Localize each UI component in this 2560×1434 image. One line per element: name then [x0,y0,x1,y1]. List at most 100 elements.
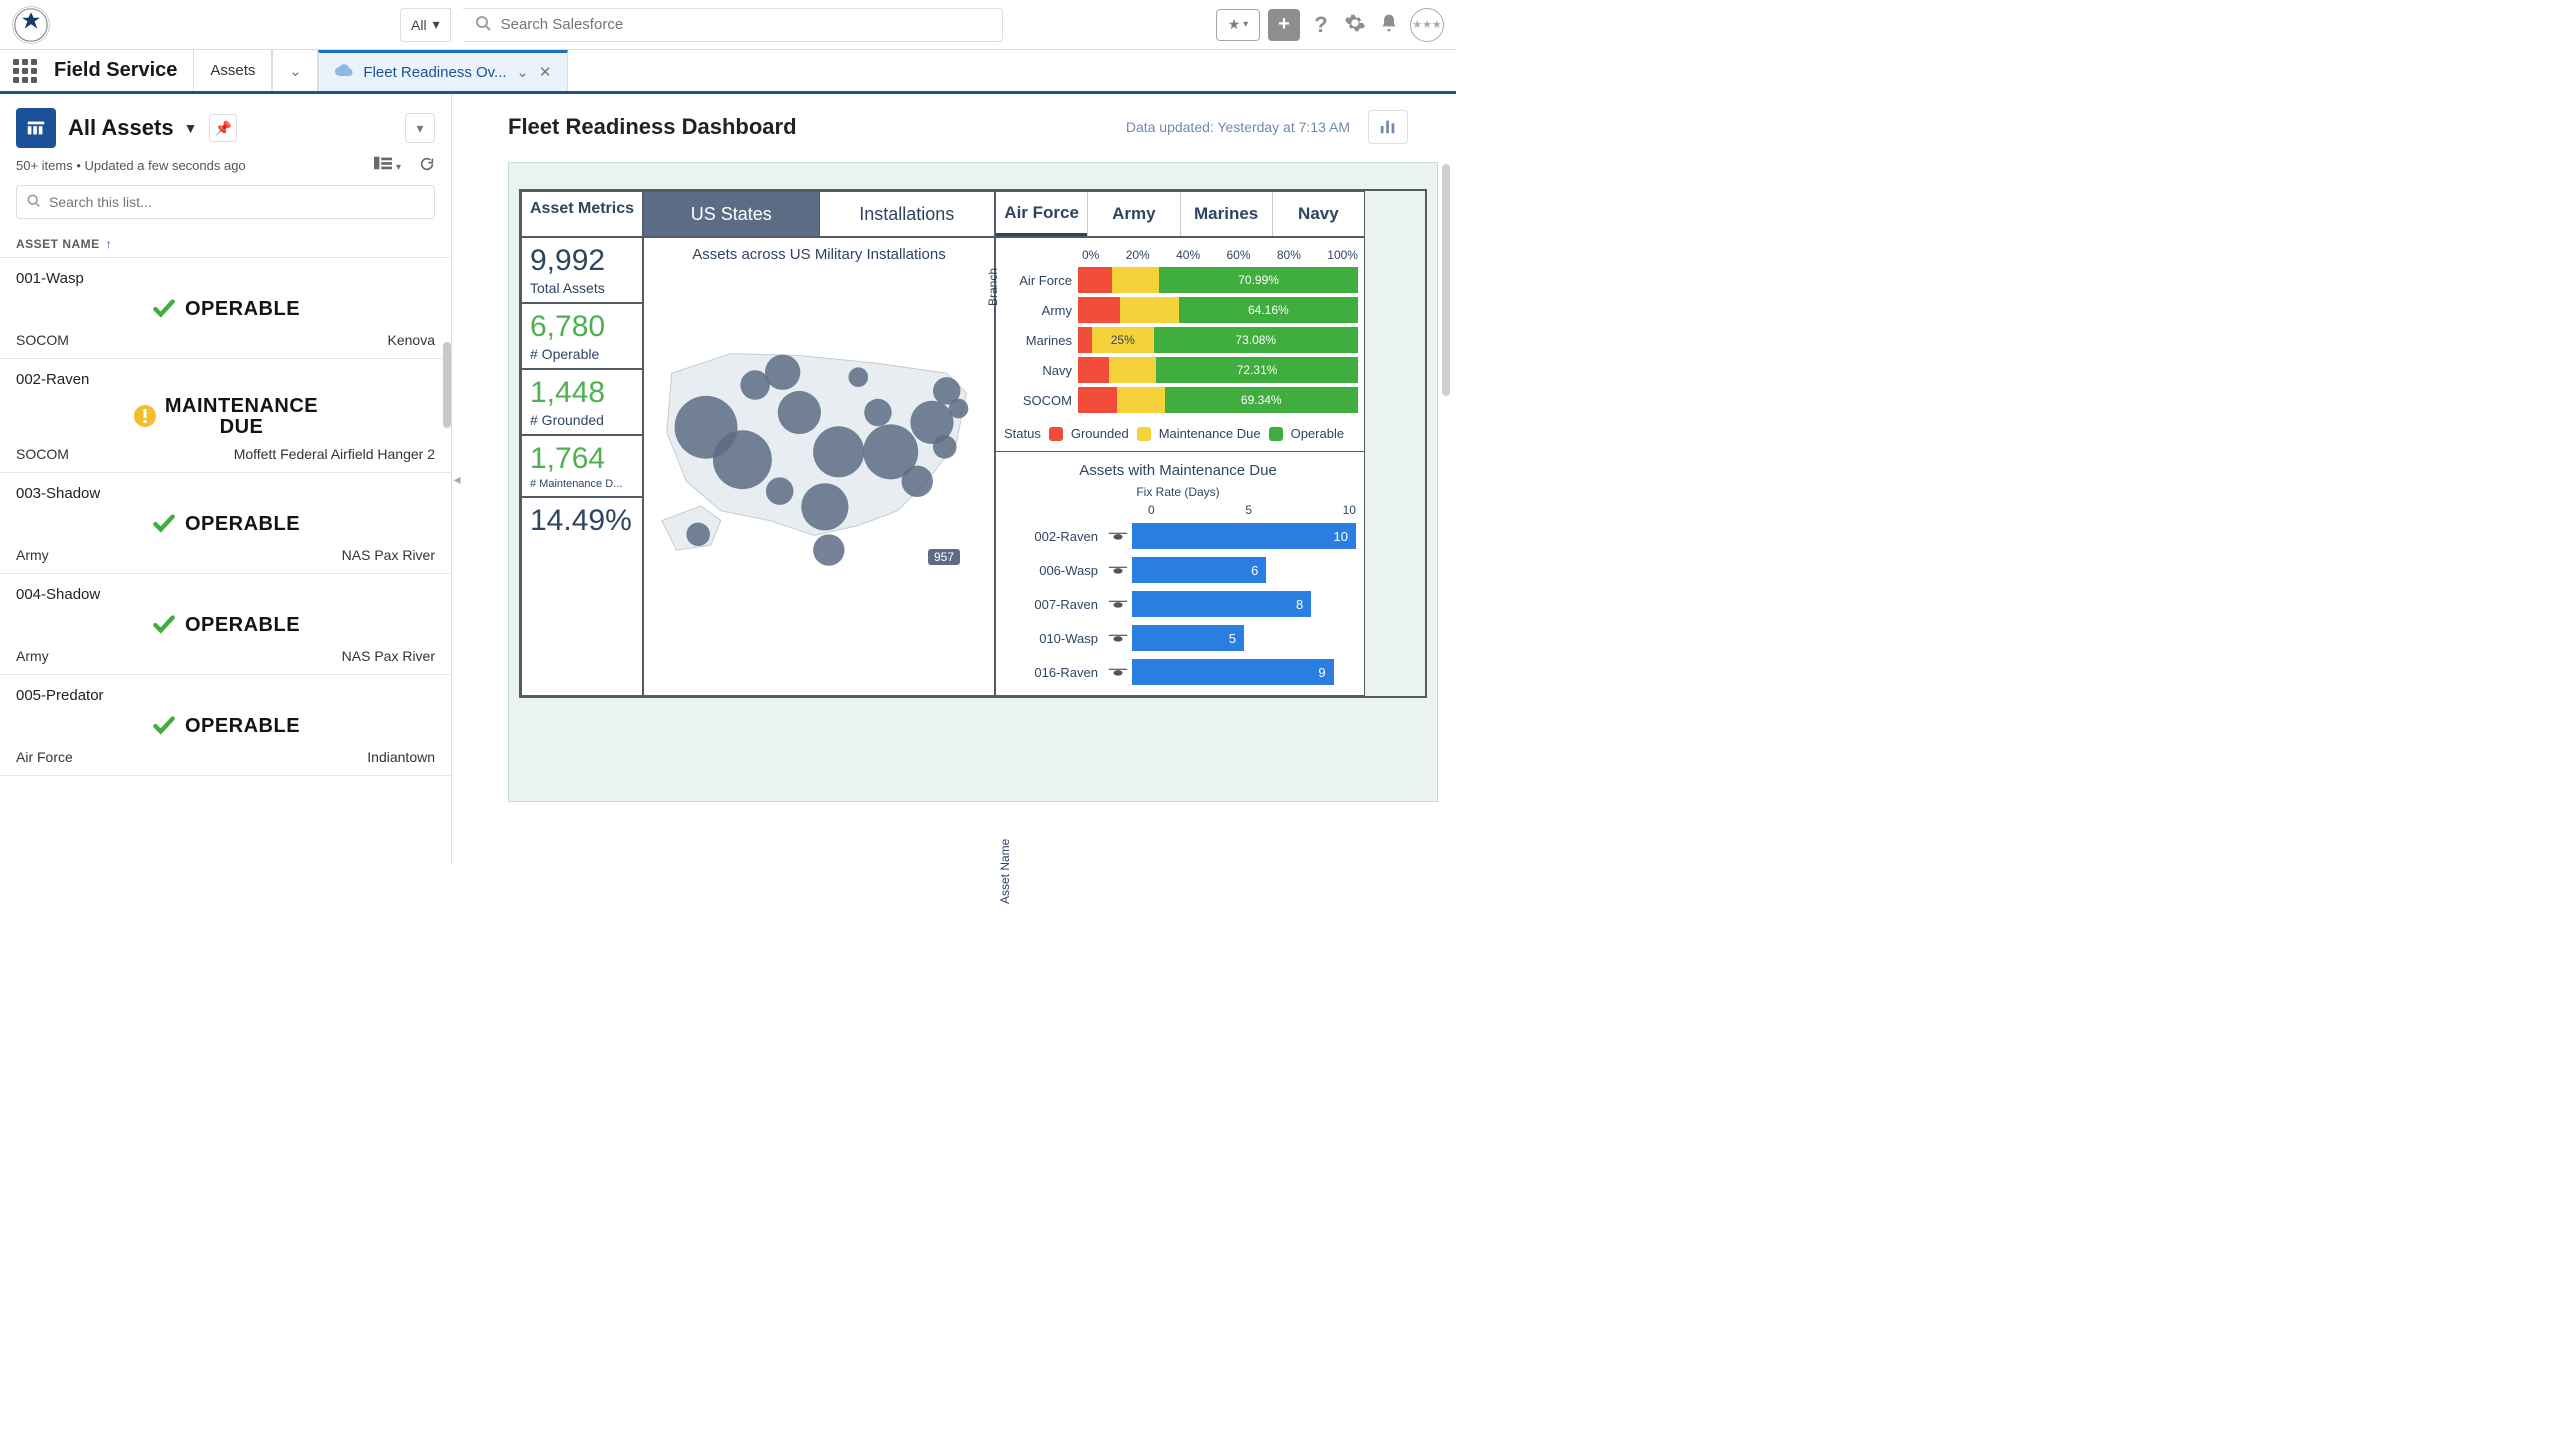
gear-icon [1344,12,1366,37]
maint-x-ticks: 0510 [1148,503,1356,517]
readiness-stacked-chart: 0%20%40%60%80%100% Branch Air Force70.99… [996,238,1364,451]
metric-label: # Operable [530,346,634,362]
bar-category: 002-Raven [1000,529,1104,544]
stacked-bar-row: Air Force70.99% [1000,266,1358,294]
asset-location: NAS Pax River [342,648,435,664]
maint-bar-row: 010-Wasp5 [1000,623,1356,653]
stacked-bar-row: SOCOM69.34% [1000,386,1358,414]
dashboard-body: Asset Metrics US States Installations Ai… [508,162,1438,802]
listview-search-input[interactable] [49,194,424,210]
maint-bar-row: 006-Wasp6 [1000,555,1356,585]
tab-marines[interactable]: Marines [1180,192,1272,236]
refresh-button[interactable] [419,156,435,175]
list-item[interactable]: 002-RavenMAINTENANCEDUESOCOMMoffett Fede… [0,359,451,473]
tab-assets[interactable]: Assets [193,50,272,91]
asset-name: 004-Shadow [16,586,435,603]
asset-org: Army [16,547,49,563]
list-item[interactable]: 004-ShadowOPERABLEArmyNAS Pax River [0,574,451,675]
asset-status: MAINTENANCEDUE [16,396,435,438]
list-item[interactable]: 005-PredatorOPERABLEAir ForceIndiantown [0,675,451,776]
maint-bar-row: 002-Raven10 [1000,521,1356,551]
column-header-asset-name[interactable]: ASSET NAME↑ [0,231,451,257]
asset-name: 003-Shadow [16,485,435,502]
tab-army[interactable]: Army [1087,192,1179,236]
check-icon [151,611,177,640]
bar-category: Air Force [1000,273,1078,288]
legend-chip-grounded [1049,427,1063,441]
asset-name: 001-Wasp [16,270,435,287]
listview-picker[interactable]: All Assets ▼ [68,115,197,141]
maint-chart-title: Assets with Maintenance Due [1000,462,1356,479]
favorites-button[interactable]: ★▾ [1216,9,1260,41]
map-tabs: US States Installations [643,191,995,237]
tab-label: Assets [210,62,255,79]
global-search[interactable] [463,8,1003,42]
pin-button[interactable]: 📌 [209,114,237,142]
add-button[interactable]: + [1268,9,1300,41]
plus-icon: + [1278,13,1290,36]
tab-fleet-readiness[interactable]: Fleet Readiness Ov... ⌄ ✕ [318,50,568,91]
asset-list: 001-WaspOPERABLESOCOMKenova002-RavenMAIN… [0,257,451,776]
cloud-icon [335,63,353,81]
map-title: Assets across US Military Installations [652,246,986,263]
list-item[interactable]: 003-ShadowOPERABLEArmyNAS Pax River [0,473,451,574]
metric-label: # Grounded [530,412,634,428]
listview-icon [16,108,56,148]
listview-search[interactable] [16,185,435,219]
notifications-button[interactable] [1376,12,1402,38]
bar-category: 006-Wasp [1000,563,1104,578]
bar-category: 007-Raven [1000,597,1104,612]
dashboard-updated: Data updated: Yesterday at 7:13 AM [1126,119,1350,135]
main-split: All Assets ▼ 📌 ▾ 50+ items • Updated a f… [0,94,1456,864]
app-name: Field Service [50,50,193,91]
tab-us-states[interactable]: US States [644,192,819,236]
star-icon: ★ [1228,16,1241,33]
close-icon[interactable]: ✕ [539,63,552,81]
status-legend: Status Grounded Maintenance Due Operable [1000,416,1358,445]
map-widget[interactable]: Assets across US Military Installations [643,237,995,696]
tab-navy[interactable]: Navy [1272,192,1364,236]
asset-org: SOCOM [16,332,69,348]
org-seal-icon [12,6,50,44]
chart-view-button[interactable] [1368,110,1408,144]
asset-location: Kenova [388,332,435,348]
asset-status: OPERABLE [16,712,435,741]
right-charts: 0%20%40%60%80%100% Branch Air Force70.99… [995,237,1365,696]
maint-bar-row: 016-Raven9 [1000,657,1356,687]
search-scope-dropdown[interactable]: All ▾ [400,8,451,42]
split-collapse-handle[interactable]: ◂ [452,94,462,864]
drone-icon [1104,599,1132,609]
maintenance-due-chart: Assets with Maintenance Due Fix Rate (Da… [996,451,1364,695]
asset-location: NAS Pax River [342,547,435,563]
display-toggle[interactable]: ▾ [374,156,401,175]
bar-category: Navy [1000,363,1078,378]
asset-org: Army [16,648,49,664]
search-icon [27,194,41,211]
search-scope-label: All [411,17,427,33]
asset-org: SOCOM [16,446,69,462]
bar-category: 016-Raven [1000,665,1104,680]
chevron-down-icon[interactable]: ⌄ [516,63,529,81]
maint-bar-row: 007-Raven8 [1000,589,1356,619]
app-launcher[interactable] [0,50,50,91]
help-button[interactable]: ? [1308,12,1334,38]
metric-tile: 6,780# Operable [522,302,642,368]
app-nav: Field Service Assets ⌄ Fleet Readiness O… [0,50,1456,94]
scrollbar-thumb[interactable] [1442,164,1450,396]
metric-label: # Maintenance D... [530,478,634,490]
list-view-panel: All Assets ▼ 📌 ▾ 50+ items • Updated a f… [0,94,452,864]
tab-assets-menu[interactable]: ⌄ [272,50,318,91]
tab-air-force[interactable]: Air Force [996,192,1087,236]
setup-button[interactable] [1342,12,1368,38]
y-axis-label: Branch [986,268,1000,306]
asset-name: 005-Predator [16,687,435,704]
tab-installations[interactable]: Installations [819,192,995,236]
question-icon: ? [1314,12,1327,38]
drone-icon [1104,667,1132,677]
global-search-input[interactable] [501,16,990,33]
user-avatar[interactable]: ★★★ [1410,8,1444,42]
list-item[interactable]: 001-WaspOPERABLESOCOMKenova [0,258,451,359]
scrollbar-thumb[interactable] [443,342,451,428]
listview-controls-menu[interactable]: ▾ [405,113,435,143]
drone-icon [1104,565,1132,575]
